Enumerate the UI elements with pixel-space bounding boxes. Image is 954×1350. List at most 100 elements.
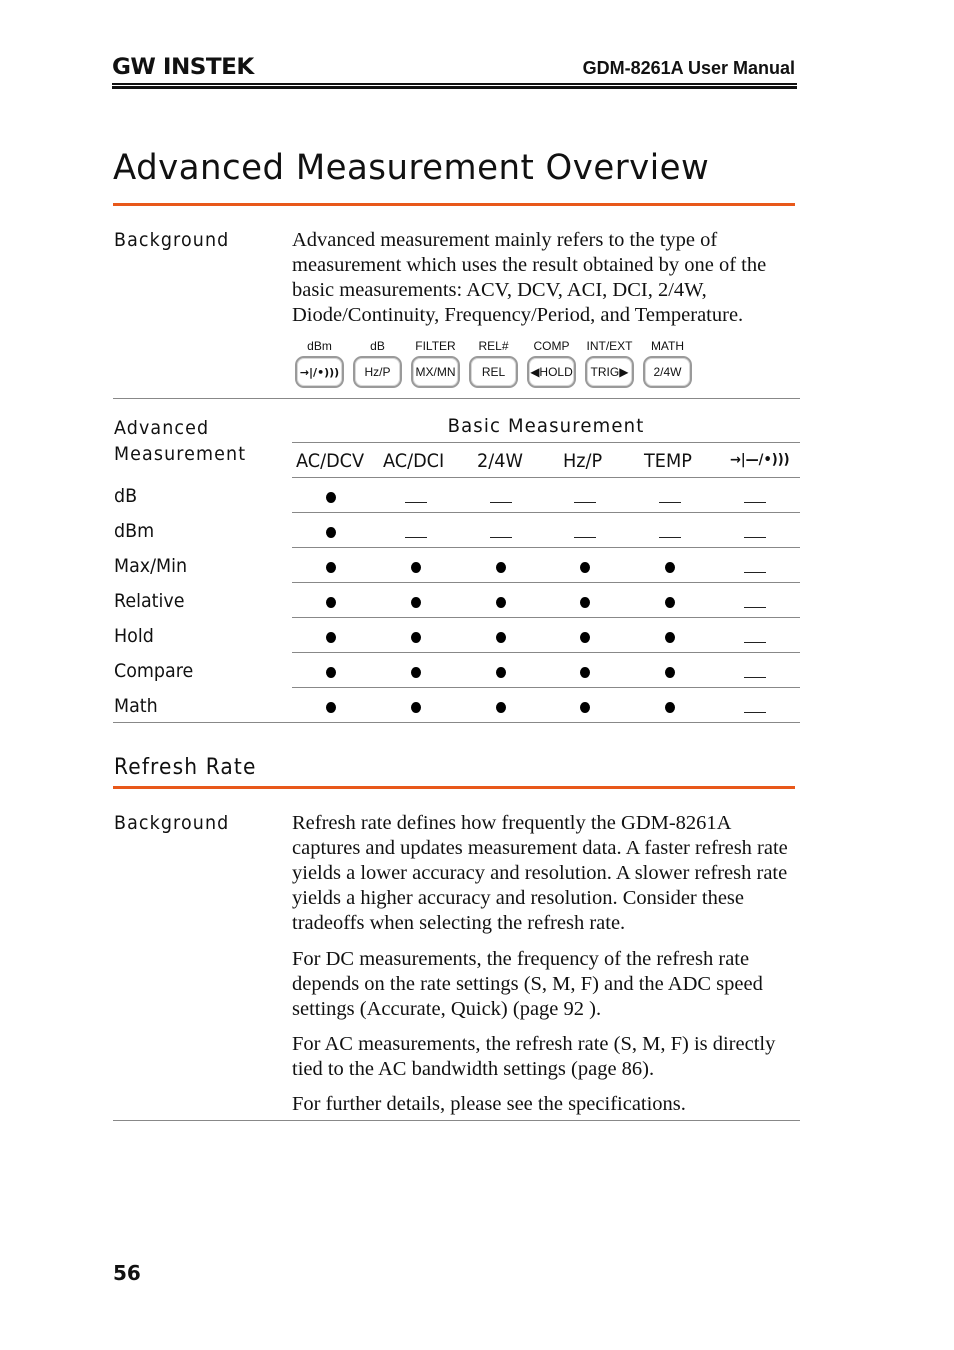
key-shift-label: INT/EXT (586, 339, 633, 353)
dash-icon (574, 536, 596, 538)
supported-dot (565, 697, 605, 717)
2-4w-key: 2/4W (643, 356, 692, 388)
supported-dot (650, 697, 690, 717)
table-row-divider (292, 687, 800, 688)
unsupported-dash (735, 487, 775, 507)
supported-dot (565, 592, 605, 612)
section-divider (113, 1120, 800, 1121)
unsupported-dash (650, 522, 690, 542)
key-hzp: dB Hz/P (351, 338, 404, 388)
key-mxmn: FILTER MX/MN (409, 338, 462, 388)
bullet-icon (496, 701, 506, 713)
row-label: dBm (114, 520, 155, 542)
dash-icon (405, 501, 427, 503)
basic-measurement-header: Basic Measurement (447, 415, 645, 437)
row-label: Relative (114, 590, 185, 612)
unsupported-dash (396, 522, 436, 542)
supported-dot (650, 557, 690, 577)
dash-icon (744, 571, 766, 573)
page-title: Advanced Measurement Overview (113, 148, 710, 188)
supported-dot (311, 592, 351, 612)
column-header: AC/DCI (383, 450, 445, 472)
unsupported-dash (735, 697, 775, 717)
front-panel-keys: dBm →|/•))) dB Hz/P FILTER MX/MN REL# RE… (293, 338, 694, 388)
refresh-paragraph-2: For DC measurements, the frequency of th… (292, 948, 763, 1020)
mx-mn-key: MX/MN (411, 356, 460, 388)
gwinstek-logo: GW INSTEK (112, 55, 254, 80)
dash-icon (744, 606, 766, 608)
supported-dot (396, 697, 436, 717)
table-row-divider (292, 582, 800, 583)
bullet-icon (496, 596, 506, 608)
bullet-icon (580, 561, 590, 573)
column-header: 2/4W (477, 450, 523, 472)
row-label: Hold (114, 625, 154, 647)
bullet-icon (326, 631, 336, 643)
bullet-icon (326, 596, 336, 608)
key-diode: dBm →|/•))) (293, 338, 346, 388)
row-label: Compare (114, 660, 194, 682)
table-row-divider (292, 652, 800, 653)
hold-key: ◀HOLD (527, 356, 576, 388)
bullet-icon (326, 561, 336, 573)
section-underline (113, 786, 795, 789)
dash-icon (744, 711, 766, 713)
dash-icon (574, 501, 596, 503)
advanced-measurement-header: Advanced Measurement (114, 417, 247, 465)
manual-title: GDM-8261A User Manual (582, 58, 795, 78)
supported-dot (481, 627, 521, 647)
table-rule (292, 477, 800, 478)
key-24w: MATH 2/4W (641, 338, 694, 388)
supported-dot (481, 592, 521, 612)
background-text: Advanced measurement mainly refers to th… (292, 229, 767, 326)
table-row-divider (292, 617, 800, 618)
diode-continuity-key: →|/•))) (295, 356, 344, 388)
unsupported-dash (735, 522, 775, 542)
column-header: Hz/P (563, 450, 603, 472)
supported-dot (311, 557, 351, 577)
dash-icon (744, 536, 766, 538)
bullet-icon (496, 631, 506, 643)
bullet-icon (411, 666, 421, 678)
supported-dot (311, 662, 351, 682)
title-underline (113, 203, 795, 206)
unsupported-dash (396, 487, 436, 507)
table-bottom-rule (113, 722, 800, 723)
row-label: Max/Min (114, 555, 188, 577)
bullet-icon (326, 666, 336, 678)
bullet-icon (665, 561, 675, 573)
header-rule (112, 83, 797, 85)
rel-key: REL (469, 356, 518, 388)
bullet-icon (326, 526, 336, 538)
supported-dot (481, 557, 521, 577)
column-header: TEMP (644, 450, 692, 472)
page-number: 56 (113, 1261, 141, 1285)
dash-icon (659, 501, 681, 503)
background-label: Background (114, 812, 230, 834)
dash-icon (405, 536, 427, 538)
bullet-icon (326, 701, 336, 713)
dash-icon (744, 501, 766, 503)
bullet-icon (411, 701, 421, 713)
diode-continuity-column-header: →|—/•))) (730, 452, 790, 468)
row-label: Math (114, 695, 158, 717)
supported-dot (565, 557, 605, 577)
supported-dot (481, 697, 521, 717)
bullet-icon (411, 561, 421, 573)
key-shift-label: COMP (533, 339, 570, 353)
trig-key: TRIG▶ (585, 356, 634, 388)
supported-dot (650, 662, 690, 682)
row-label: dB (114, 485, 138, 507)
background-label: Background (114, 229, 230, 251)
dash-icon (659, 536, 681, 538)
bullet-icon (580, 666, 590, 678)
bullet-icon (665, 596, 675, 608)
unsupported-dash (735, 557, 775, 577)
supported-dot (565, 627, 605, 647)
supported-dot (396, 592, 436, 612)
supported-dot (396, 627, 436, 647)
bullet-icon (580, 701, 590, 713)
unsupported-dash (735, 592, 775, 612)
supported-dot (311, 522, 351, 542)
bullet-icon (665, 701, 675, 713)
